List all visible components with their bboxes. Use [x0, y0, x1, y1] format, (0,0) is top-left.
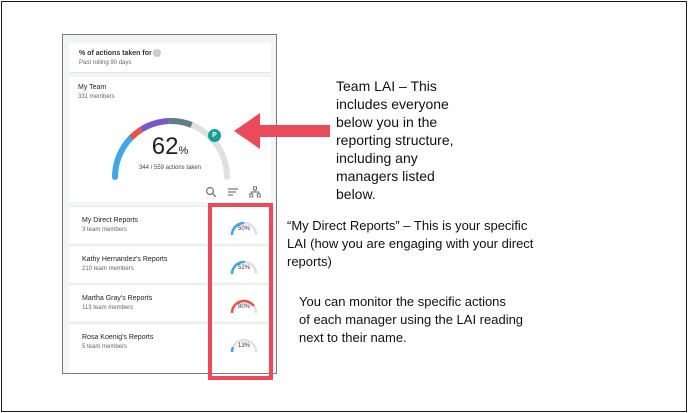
direct-reports-annotation: “My Direct Reports” – This is your speci…: [287, 218, 534, 269]
team-members: 331 members: [78, 94, 115, 100]
p-badge-icon: P: [208, 129, 221, 142]
info-icon[interactable]: i: [153, 49, 161, 57]
team-title: My Team: [78, 84, 107, 91]
team-lai-annotation: Team LAI – This includes everyone below …: [336, 78, 454, 202]
gauge-segment-slate: [167, 118, 193, 128]
actions-title: % of actions taken for: [79, 50, 152, 57]
callout-arrow-icon: [234, 113, 330, 149]
report-name: My Direct Reports: [82, 217, 139, 224]
actions-subtitle: Past rolling 90 days: [79, 60, 132, 66]
org-chart-icon[interactable]: [249, 186, 261, 198]
team-toolbar: [205, 186, 269, 198]
report-members: 3 team members: [82, 227, 128, 233]
report-name: Kathy Hernandez's Reports: [82, 256, 168, 263]
search-icon[interactable]: [205, 186, 217, 198]
monitor-annotation: You can monitor the specific actions of …: [299, 294, 524, 345]
report-name: Rosa Koenig's Reports: [82, 334, 154, 341]
report-name: Martha Gray's Reports: [82, 295, 153, 302]
report-members: 113 team members: [82, 305, 134, 311]
filter-icon[interactable]: [227, 186, 239, 198]
report-members: 210 team members: [82, 266, 134, 272]
lai-readings-highlight: [208, 203, 273, 380]
report-members: 5 team members: [82, 344, 128, 350]
gauge-segment-purple: [139, 118, 169, 133]
actions-header-card: % of actions taken for i Past rolling 90…: [69, 43, 271, 73]
team-actions-count: 344 / 559 actions taken: [138, 165, 202, 171]
